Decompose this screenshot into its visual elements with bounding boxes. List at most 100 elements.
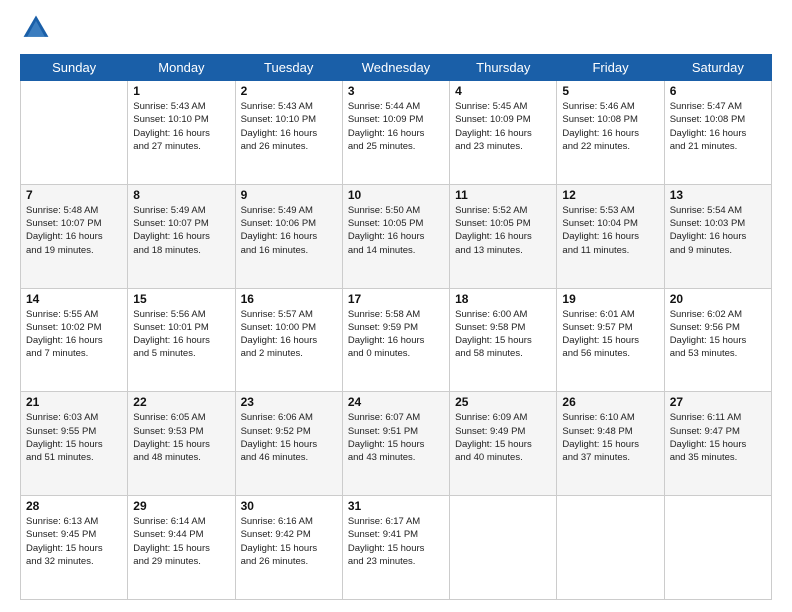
day-info: Sunrise: 5:43 AM Sunset: 10:10 PM Daylig… <box>133 100 229 153</box>
calendar-day-cell: 2Sunrise: 5:43 AM Sunset: 10:10 PM Dayli… <box>235 81 342 185</box>
day-number: 2 <box>241 84 337 98</box>
day-number: 13 <box>670 188 766 202</box>
calendar-day-cell: 18 Sunrise: 6:00 AM Sunset: 9:58 PM Dayli… <box>450 288 557 392</box>
calendar-day-cell: 26 Sunrise: 6:10 AM Sunset: 9:48 PM Dayli… <box>557 392 664 496</box>
calendar-day-cell: 25 Sunrise: 6:09 AM Sunset: 9:49 PM Dayli… <box>450 392 557 496</box>
calendar-day-cell: 13 Sunrise: 5:54 AM Sunset: 10:03 PM Dayl… <box>664 184 771 288</box>
calendar-day-cell: 19 Sunrise: 6:01 AM Sunset: 9:57 PM Dayli… <box>557 288 664 392</box>
calendar-day-cell: 16 Sunrise: 5:57 AM Sunset: 10:00 PM Dayl… <box>235 288 342 392</box>
calendar-empty-cell <box>664 496 771 600</box>
day-number: 1 <box>133 84 229 98</box>
day-info: Sunrise: 5:45 AM Sunset: 10:09 PM Daylig… <box>455 100 551 153</box>
calendar-day-cell: 4 Sunrise: 5:45 AM Sunset: 10:09 PM Dayli… <box>450 81 557 185</box>
day-of-week-header: Saturday <box>664 55 771 81</box>
day-info: Sunrise: 5:44 AM Sunset: 10:09 PM Daylig… <box>348 100 444 153</box>
day-info: Sunrise: 6:02 AM Sunset: 9:56 PM Dayligh… <box>670 308 766 361</box>
day-number: 26 <box>562 395 658 409</box>
day-info: Sunrise: 5:46 AM Sunset: 10:08 PM Daylig… <box>562 100 658 153</box>
calendar-day-cell: 12 Sunrise: 5:53 AM Sunset: 10:04 PM Dayl… <box>557 184 664 288</box>
calendar-day-cell: 1 Sunrise: 5:43 AM Sunset: 10:10 PM Dayli… <box>128 81 235 185</box>
day-info: Sunrise: 5:52 AM Sunset: 10:05 PM Daylig… <box>455 204 551 257</box>
day-number: 18 <box>455 292 551 306</box>
day-of-week-header: Friday <box>557 55 664 81</box>
day-of-week-header: Tuesday <box>235 55 342 81</box>
day-number: 9 <box>241 188 337 202</box>
day-info: Sunrise: 5:48 AM Sunset: 10:07 PM Daylig… <box>26 204 122 257</box>
day-info: Sunrise: 5:49 AM Sunset: 10:07 PM Daylig… <box>133 204 229 257</box>
day-number: 6 <box>670 84 766 98</box>
day-info: Sunrise: 6:09 AM Sunset: 9:49 PM Dayligh… <box>455 411 551 464</box>
calendar-day-cell: 21 Sunrise: 6:03 AM Sunset: 9:55 PM Dayli… <box>21 392 128 496</box>
day-info: Sunrise: 6:05 AM Sunset: 9:53 PM Dayligh… <box>133 411 229 464</box>
calendar-day-cell: 29Sunrise: 6:14 AM Sunset: 9:44 PM Dayli… <box>128 496 235 600</box>
calendar-day-cell: 14 Sunrise: 5:55 AM Sunset: 10:02 PM Dayl… <box>21 288 128 392</box>
calendar-table: SundayMondayTuesdayWednesdayThursdayFrid… <box>20 54 772 600</box>
day-of-week-header: Sunday <box>21 55 128 81</box>
day-info: Sunrise: 5:56 AM Sunset: 10:01 PM Daylig… <box>133 308 229 361</box>
day-info: Sunrise: 6:00 AM Sunset: 9:58 PM Dayligh… <box>455 308 551 361</box>
day-number: 5 <box>562 84 658 98</box>
day-number: 28 <box>26 499 122 513</box>
day-number: 8 <box>133 188 229 202</box>
header <box>20 16 772 44</box>
day-info: Sunrise: 5:58 AM Sunset: 9:59 PM Dayligh… <box>348 308 444 361</box>
day-number: 31 <box>348 499 444 513</box>
day-number: 29 <box>133 499 229 513</box>
day-info: Sunrise: 6:10 AM Sunset: 9:48 PM Dayligh… <box>562 411 658 464</box>
day-number: 15 <box>133 292 229 306</box>
day-number: 12 <box>562 188 658 202</box>
calendar-day-cell: 10 Sunrise: 5:50 AM Sunset: 10:05 PM Dayl… <box>342 184 449 288</box>
day-info: Sunrise: 6:01 AM Sunset: 9:57 PM Dayligh… <box>562 308 658 361</box>
calendar-day-cell: 3 Sunrise: 5:44 AM Sunset: 10:09 PM Dayli… <box>342 81 449 185</box>
calendar-empty-cell <box>557 496 664 600</box>
day-number: 11 <box>455 188 551 202</box>
calendar-day-cell: 8 Sunrise: 5:49 AM Sunset: 10:07 PM Dayli… <box>128 184 235 288</box>
day-number: 25 <box>455 395 551 409</box>
calendar-empty-cell <box>450 496 557 600</box>
day-number: 3 <box>348 84 444 98</box>
day-info: Sunrise: 5:49 AM Sunset: 10:06 PM Daylig… <box>241 204 337 257</box>
day-info: Sunrise: 5:57 AM Sunset: 10:00 PM Daylig… <box>241 308 337 361</box>
day-number: 21 <box>26 395 122 409</box>
calendar-day-cell: 9 Sunrise: 5:49 AM Sunset: 10:06 PM Dayli… <box>235 184 342 288</box>
day-number: 14 <box>26 292 122 306</box>
calendar-day-cell: 28 Sunrise: 6:13 AM Sunset: 9:45 PM Dayli… <box>21 496 128 600</box>
day-info: Sunrise: 5:54 AM Sunset: 10:03 PM Daylig… <box>670 204 766 257</box>
calendar-week-row: 28 Sunrise: 6:13 AM Sunset: 9:45 PM Dayli… <box>21 496 772 600</box>
calendar-empty-cell <box>21 81 128 185</box>
day-info: Sunrise: 6:03 AM Sunset: 9:55 PM Dayligh… <box>26 411 122 464</box>
calendar-day-cell: 17 Sunrise: 5:58 AM Sunset: 9:59 PM Dayli… <box>342 288 449 392</box>
calendar-header-row: SundayMondayTuesdayWednesdayThursdayFrid… <box>21 55 772 81</box>
calendar-day-cell: 22 Sunrise: 6:05 AM Sunset: 9:53 PM Dayli… <box>128 392 235 496</box>
day-number: 4 <box>455 84 551 98</box>
logo <box>20 16 56 44</box>
day-info: Sunrise: 6:11 AM Sunset: 9:47 PM Dayligh… <box>670 411 766 464</box>
calendar-week-row: 21 Sunrise: 6:03 AM Sunset: 9:55 PM Dayli… <box>21 392 772 496</box>
day-info: Sunrise: 5:55 AM Sunset: 10:02 PM Daylig… <box>26 308 122 361</box>
day-number: 24 <box>348 395 444 409</box>
day-info: Sunrise: 6:13 AM Sunset: 9:45 PM Dayligh… <box>26 515 122 568</box>
day-info: Sunrise: 5:53 AM Sunset: 10:04 PM Daylig… <box>562 204 658 257</box>
day-of-week-header: Thursday <box>450 55 557 81</box>
day-number: 17 <box>348 292 444 306</box>
day-number: 10 <box>348 188 444 202</box>
calendar-week-row: 7Sunrise: 5:48 AM Sunset: 10:07 PM Dayli… <box>21 184 772 288</box>
page: SundayMondayTuesdayWednesdayThursdayFrid… <box>0 0 792 612</box>
calendar-day-cell: 27 Sunrise: 6:11 AM Sunset: 9:47 PM Dayli… <box>664 392 771 496</box>
day-number: 20 <box>670 292 766 306</box>
calendar-day-cell: 5 Sunrise: 5:46 AM Sunset: 10:08 PM Dayli… <box>557 81 664 185</box>
day-info: Sunrise: 5:50 AM Sunset: 10:05 PM Daylig… <box>348 204 444 257</box>
day-number: 27 <box>670 395 766 409</box>
day-number: 22 <box>133 395 229 409</box>
day-info: Sunrise: 6:07 AM Sunset: 9:51 PM Dayligh… <box>348 411 444 464</box>
day-number: 23 <box>241 395 337 409</box>
day-number: 16 <box>241 292 337 306</box>
calendar-day-cell: 31 Sunrise: 6:17 AM Sunset: 9:41 PM Dayli… <box>342 496 449 600</box>
calendar-day-cell: 20 Sunrise: 6:02 AM Sunset: 9:56 PM Dayli… <box>664 288 771 392</box>
calendar-day-cell: 15 Sunrise: 5:56 AM Sunset: 10:01 PM Dayl… <box>128 288 235 392</box>
calendar-week-row: 1 Sunrise: 5:43 AM Sunset: 10:10 PM Dayli… <box>21 81 772 185</box>
day-number: 19 <box>562 292 658 306</box>
day-info: Sunrise: 6:17 AM Sunset: 9:41 PM Dayligh… <box>348 515 444 568</box>
calendar-day-cell: 30Sunrise: 6:16 AM Sunset: 9:42 PM Dayli… <box>235 496 342 600</box>
calendar-week-row: 14 Sunrise: 5:55 AM Sunset: 10:02 PM Dayl… <box>21 288 772 392</box>
